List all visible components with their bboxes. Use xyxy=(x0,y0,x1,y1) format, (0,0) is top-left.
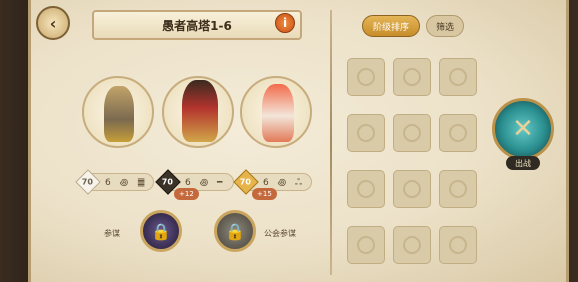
start-battle-button[interactable]: ✕ 出战 xyxy=(492,98,554,172)
hero-stats-3: 70 6 ꩜ ஃ xyxy=(233,169,312,195)
roster-slot[interactable] xyxy=(347,114,385,152)
roster-slot[interactable] xyxy=(439,170,477,208)
hero-bonus-badge: +15 xyxy=(252,188,277,200)
filter-label: 筛选 xyxy=(435,22,454,33)
roster-slot[interactable] xyxy=(439,226,477,264)
roster-slot[interactable] xyxy=(393,114,431,152)
stage-title: 愚者高塔1-6 xyxy=(162,18,232,33)
roster-slot[interactable] xyxy=(439,114,477,152)
lock-icon: 🔒 xyxy=(151,221,171,241)
sort-by-rank-button[interactable]: 阶级排序 xyxy=(362,15,420,37)
panel-divider xyxy=(330,10,332,275)
info-button[interactable]: i xyxy=(275,13,295,33)
roster-slot[interactable] xyxy=(393,226,431,264)
roster-slot[interactable] xyxy=(393,170,431,208)
roster-slot[interactable] xyxy=(347,226,385,264)
hero-runes: 6 ꩜ ━ xyxy=(185,177,226,188)
advisor-label: 参谋 xyxy=(104,229,120,238)
battle-label: 出战 xyxy=(506,156,540,170)
hero-stats-2: 70 6 ꩜ ━ xyxy=(155,169,234,195)
hero-bonus-badge: +12 xyxy=(174,188,199,200)
guild-advisor-slot[interactable]: 🔒 xyxy=(214,210,256,252)
hero-portrait xyxy=(182,80,218,142)
info-icon: i xyxy=(282,16,288,30)
hero-slot-1[interactable] xyxy=(82,76,154,148)
sort-label: 阶级排序 xyxy=(372,22,409,33)
stage-title-banner: 愚者高塔1-6 xyxy=(92,10,302,40)
hero-runes: 6 ꩜ ஃ xyxy=(263,177,306,188)
guild-advisor-label: 公会参谋 xyxy=(264,229,296,238)
hero-slot-3[interactable] xyxy=(240,76,312,148)
roster-slot[interactable] xyxy=(347,58,385,96)
roster-slot[interactable] xyxy=(393,58,431,96)
battle-ring: ✕ xyxy=(492,98,554,160)
advisor-slot[interactable]: 🔒 xyxy=(140,210,182,252)
crossed-swords-icon: ✕ xyxy=(512,114,534,144)
lock-icon: 🔒 xyxy=(225,221,245,241)
filter-button[interactable]: 筛选 xyxy=(426,15,464,37)
back-button[interactable]: ‹ xyxy=(36,6,70,40)
hero-portrait xyxy=(104,86,134,142)
back-arrow-icon: ‹ xyxy=(49,13,57,33)
hero-slot-2[interactable] xyxy=(162,76,234,148)
hero-runes: 6 ꩜ ䷀ xyxy=(105,177,149,188)
hero-stats-1: 70 6 ꩜ ䷀ xyxy=(75,169,154,195)
roster-slot[interactable] xyxy=(439,58,477,96)
hero-portrait xyxy=(262,84,294,142)
roster-slot[interactable] xyxy=(347,170,385,208)
